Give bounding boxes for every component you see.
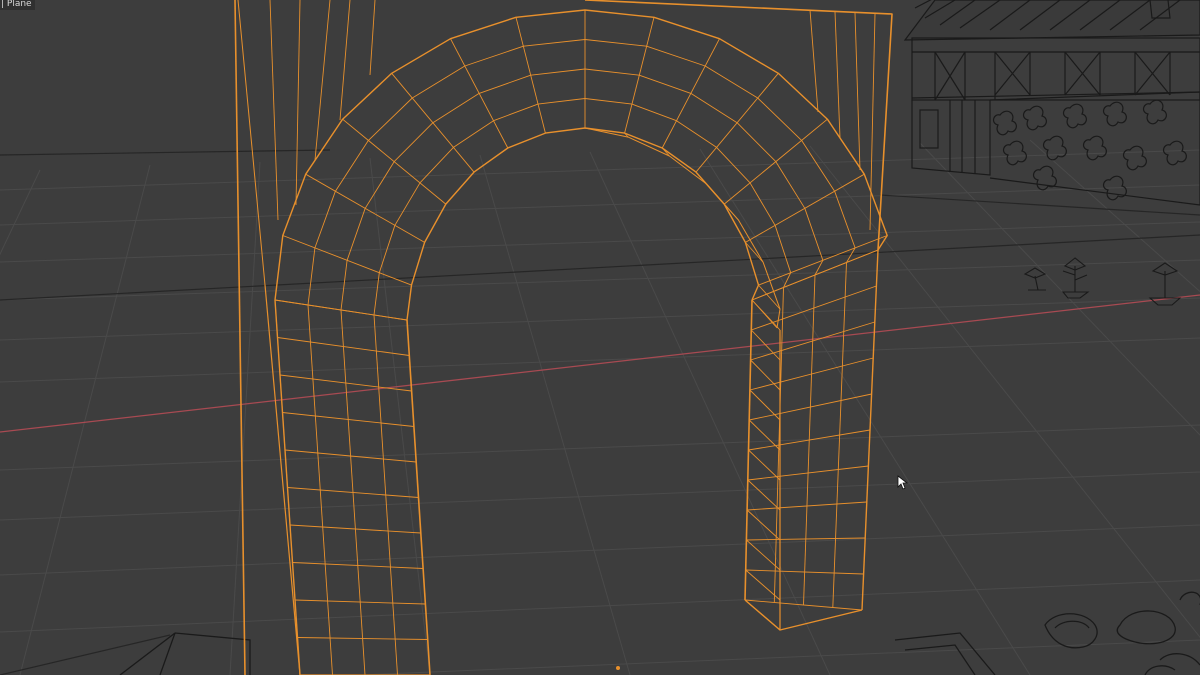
plane-left-edge-inner	[237, 0, 266, 286]
plane-face-edge	[834, 11, 841, 139]
right-pillar-row	[746, 509, 781, 541]
plane-face-edge	[854, 12, 861, 171]
right-pillar-row	[748, 449, 781, 481]
arch-segment	[758, 235, 888, 286]
object-origin-dot-icon	[616, 666, 620, 670]
arch-segment	[342, 118, 447, 205]
plane-face-edge	[295, 0, 301, 206]
plane-face-edge	[809, 9, 819, 113]
arch-segment	[305, 173, 425, 243]
timber-frame-house[interactable]	[903, 0, 1200, 206]
arch-segment	[515, 17, 546, 134]
x-axis-line	[0, 294, 1200, 433]
mouse-pointer-icon	[897, 475, 909, 490]
arch-segment	[624, 17, 655, 134]
arch-ring	[406, 127, 760, 321]
floor-grid	[0, 139, 1200, 675]
plane-face-edge	[269, 0, 279, 221]
arch-mesh-selected[interactable]	[234, 0, 893, 675]
arch-inner-thickness-edge	[695, 171, 707, 185]
arch-inner-thickness	[584, 127, 781, 329]
right-pillar-row	[744, 599, 781, 631]
right-pillar-row	[750, 359, 781, 391]
major-grid-lines	[0, 149, 1200, 675]
arch-segment	[695, 73, 779, 173]
plane-left-edge-inner	[264, 284, 301, 675]
arch-segment	[723, 118, 828, 205]
arch-ring	[340, 68, 824, 311]
plane-top-right-edge	[584, 0, 893, 251]
viewport-scene[interactable]	[0, 0, 1200, 675]
arch-segment	[661, 38, 720, 149]
right-pillar-row	[749, 389, 781, 421]
arch-segment	[282, 235, 412, 286]
active-object-label: | Plane	[0, 0, 35, 10]
plane-left-edge	[234, 0, 246, 675]
plane-face-edge	[369, 0, 376, 76]
plane-face-edge	[339, 0, 351, 121]
plane-face-edge	[314, 0, 331, 161]
arch-segment	[745, 173, 865, 243]
3d-viewport[interactable]: | Plane	[0, 0, 1200, 675]
arch-segment	[450, 38, 509, 149]
arch-ring	[373, 98, 792, 316]
arch-inner-thickness-edge	[758, 284, 781, 310]
arch-segment	[391, 73, 475, 173]
